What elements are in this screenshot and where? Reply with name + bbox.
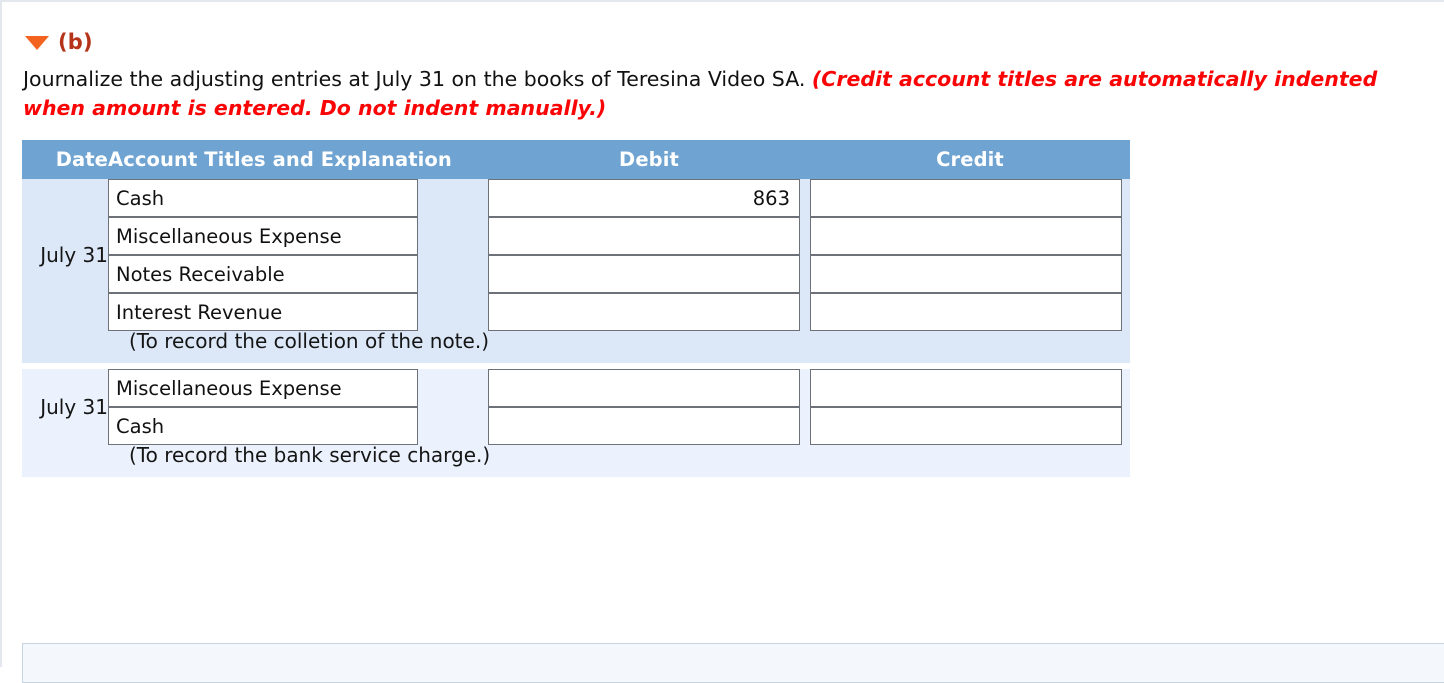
part-heading: (b)	[2, 2, 1444, 56]
credit-amount-input[interactable]	[810, 217, 1122, 255]
credit-cell	[810, 366, 1130, 407]
account-title-input[interactable]	[108, 407, 418, 445]
table-row: July 31	[22, 366, 1130, 445]
column-header-debit: Debit	[488, 140, 810, 179]
debit-cell	[488, 407, 810, 445]
account-title-input[interactable]	[108, 255, 418, 293]
column-header-date: Date	[22, 140, 108, 179]
credit-cell	[810, 293, 1130, 331]
account-title-input[interactable]	[108, 369, 418, 407]
debit-cell	[488, 293, 810, 331]
debit-amount-input[interactable]	[488, 255, 800, 293]
account-cell	[108, 366, 488, 407]
account-title-input[interactable]	[108, 293, 418, 331]
debit-amount-input[interactable]	[488, 179, 800, 217]
journal-table-head: Date Account Titles and Explanation Debi…	[22, 140, 1130, 179]
credit-cell	[810, 179, 1130, 217]
table-row: July 31	[22, 179, 1130, 331]
table-row: (To record the bank service charge.)	[22, 443, 1130, 477]
table-row	[22, 407, 1130, 445]
table-header-row: Date Account Titles and Explanation Debi…	[22, 140, 1130, 179]
table-row	[22, 255, 1130, 293]
column-header-credit: Credit	[810, 140, 1130, 179]
table-row	[22, 217, 1130, 255]
account-cell	[108, 217, 488, 255]
credit-amount-input[interactable]	[810, 369, 1122, 407]
memo-cell: (To record the bank service charge.)	[108, 443, 1130, 477]
column-header-account: Account Titles and Explanation	[108, 140, 488, 179]
instruction-text: Journalize the adjusting entries at July…	[2, 56, 1444, 123]
credit-amount-input[interactable]	[810, 293, 1122, 331]
table-row: (To record the colletion of the note.)	[22, 329, 1130, 366]
page-frame: (b) Journalize the adjusting entries at …	[0, 0, 1444, 683]
entry-memo: (To record the colletion of the note.)	[129, 329, 489, 353]
credit-cell	[810, 217, 1130, 255]
credit-amount-input[interactable]	[810, 179, 1122, 217]
part-label: (b)	[58, 30, 93, 54]
instruction-plain: Journalize the adjusting entries at July…	[23, 67, 806, 91]
account-cell	[108, 179, 488, 217]
memo-spacer	[22, 445, 108, 477]
account-cell	[108, 293, 488, 331]
memo-spacer	[22, 331, 108, 366]
journal-entry-block: July 31	[22, 366, 1130, 477]
triangle-down-icon[interactable]	[25, 35, 49, 50]
table-row	[22, 293, 1130, 331]
entry-date: July 31	[22, 179, 108, 331]
journal-table: Date Account Titles and Explanation Debi…	[22, 140, 1130, 477]
debit-cell	[488, 179, 810, 217]
memo-cell: (To record the colletion of the note.)	[108, 329, 1130, 366]
credit-cell	[810, 255, 1130, 293]
debit-cell	[488, 217, 810, 255]
entry-date: July 31	[22, 366, 108, 445]
debit-cell	[488, 255, 810, 293]
credit-amount-input[interactable]	[810, 255, 1122, 293]
journal-entry-block: July 31	[22, 179, 1130, 366]
debit-cell	[488, 366, 810, 407]
debit-amount-input[interactable]	[488, 407, 800, 445]
account-cell	[108, 255, 488, 293]
entry-memo: (To record the bank service charge.)	[129, 443, 491, 467]
debit-amount-input[interactable]	[488, 369, 800, 407]
account-title-input[interactable]	[108, 179, 418, 217]
account-title-input[interactable]	[108, 217, 418, 255]
content-area: (b) Journalize the adjusting entries at …	[2, 2, 1444, 477]
journal-table-wrapper: Date Account Titles and Explanation Debi…	[2, 123, 1444, 477]
bottom-panel	[22, 643, 1444, 683]
account-cell	[108, 407, 488, 445]
credit-amount-input[interactable]	[810, 407, 1122, 445]
credit-cell	[810, 407, 1130, 445]
debit-amount-input[interactable]	[488, 217, 800, 255]
debit-amount-input[interactable]	[488, 293, 800, 331]
